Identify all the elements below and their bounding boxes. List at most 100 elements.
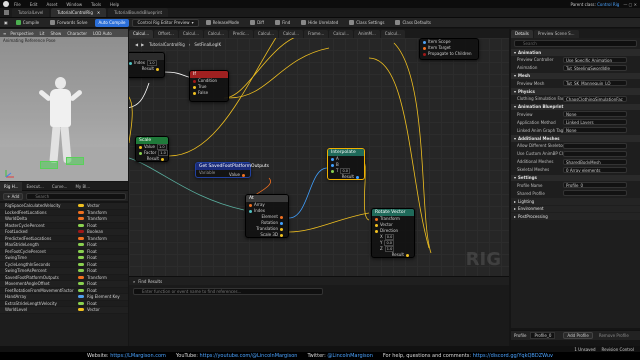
- variable-type[interactable]: Transform: [78, 216, 107, 221]
- property-value[interactable]: Tut_SK_Mannequin_LO: [563, 80, 627, 86]
- back-arrow-icon[interactable]: ◀: [135, 42, 138, 47]
- add-profile-button[interactable]: Add Profile: [563, 332, 593, 339]
- node-rotate-vector[interactable]: Rotate Vector Transform Vector Direction…: [371, 208, 415, 258]
- preview-viewport[interactable]: ≡ Perspective Lit Show Character LOD Aut…: [0, 29, 128, 181]
- lit-button[interactable]: Lit: [40, 31, 45, 36]
- menu-tools[interactable]: Tools: [91, 2, 101, 7]
- website-link[interactable]: https://LMargison.com: [110, 353, 166, 359]
- find-results-search-input[interactable]: Enter function or event name to find ref…: [133, 288, 323, 295]
- variable-type[interactable]: Vector: [78, 307, 100, 312]
- revision-control-status[interactable]: Revision Control: [602, 347, 634, 352]
- tab-curve-container[interactable]: Curve...: [48, 182, 72, 191]
- menu-asset[interactable]: Asset: [46, 2, 57, 7]
- add-button[interactable]: + Add: [3, 192, 24, 200]
- graph-tab[interactable]: Calcul...: [178, 29, 203, 38]
- save-icon[interactable]: ▣: [4, 20, 8, 25]
- variable-type[interactable]: Transform: [78, 236, 107, 241]
- graph-tab[interactable]: Frame...: [303, 29, 329, 38]
- window-controls[interactable]: — ▢ ✕: [623, 2, 637, 7]
- variable-type[interactable]: Rig Element Key: [78, 294, 120, 299]
- variable-type[interactable]: Float: [78, 262, 97, 267]
- graph-tab[interactable]: AnimM...: [354, 29, 380, 38]
- node-propagate[interactable]: Item Scope Item Target Propagate to Chil…: [419, 38, 479, 60]
- pin-result[interactable]: Result: [372, 252, 414, 258]
- forward-arrow-icon[interactable]: ▶: [141, 42, 144, 47]
- tab-rig-hierarchy[interactable]: Rig H...: [0, 181, 23, 191]
- property-value[interactable]: None: [563, 127, 627, 133]
- graph-tab[interactable]: Offset...: [154, 29, 178, 38]
- variable-type[interactable]: Float: [78, 242, 97, 247]
- my-blueprint-search-input[interactable]: Search: [26, 192, 127, 200]
- tab-execution-stack[interactable]: Execut...: [22, 182, 47, 191]
- pin-result[interactable]: Result: [129, 66, 164, 72]
- tab-tutorial-level[interactable]: TutorialLevel: [12, 8, 50, 17]
- node-fragment-top-left[interactable]: Index 1.0 Result: [129, 52, 165, 78]
- twitter-link[interactable]: @LincolnMargison: [327, 353, 372, 359]
- graph-tab[interactable]: Calcul...: [203, 29, 228, 38]
- profile-dropdown[interactable]: Profile_0: [530, 332, 556, 339]
- breadcrumb-rig[interactable]: TutorialControlRig: [149, 42, 185, 47]
- parent-class-value[interactable]: Control Rig: [597, 2, 619, 7]
- compile-button[interactable]: Compile: [12, 19, 43, 27]
- node-if[interactable]: If Condition True False: [189, 70, 229, 102]
- variable-type[interactable]: Boolean: [78, 229, 103, 234]
- tab-my-blueprint[interactable]: My Bl...: [71, 182, 94, 191]
- pin-result[interactable]: Result: [328, 174, 364, 180]
- graph-tab[interactable]: Calcul...: [253, 29, 278, 38]
- property-value[interactable]: None: [563, 111, 627, 117]
- node-interpolate[interactable]: Interpolate A B T 0.0 Result: [327, 148, 365, 180]
- hide-unrelated-button[interactable]: Hide Unrelated: [297, 19, 342, 27]
- youtube-link[interactable]: https://youtube.com/@LincolnMargison: [200, 353, 298, 359]
- graph-tab[interactable]: Calcul...: [329, 29, 354, 38]
- breadcrumb-function[interactable]: SetFinalLegIK: [194, 42, 221, 47]
- auto-compile-button[interactable]: Auto Compile: [94, 18, 130, 27]
- graph-tab[interactable]: Calcul...: [278, 29, 303, 38]
- diff-button[interactable]: Diff: [246, 19, 268, 27]
- pin-false[interactable]: False: [190, 90, 228, 96]
- property-value[interactable]: [563, 142, 627, 149]
- class-defaults-button[interactable]: Class Defaults: [391, 19, 435, 27]
- find-button[interactable]: Find: [271, 19, 294, 27]
- variable-row[interactable]: WorldLevel Vector: [0, 307, 128, 314]
- menu-window[interactable]: Window: [66, 2, 82, 7]
- tab-preview-scene-settings[interactable]: Preview Scene S...: [533, 29, 579, 38]
- tab-tutorial-control-rig[interactable]: TutorialControlRig ✕: [51, 8, 107, 17]
- lod-auto-button[interactable]: LOD Auto: [93, 31, 112, 36]
- class-settings-button[interactable]: Class Settings: [345, 19, 388, 27]
- pin-factor-input[interactable]: 1.0: [158, 150, 168, 156]
- property-value[interactable]: ChaosClothingSimulationFac: [563, 95, 627, 102]
- menu-file[interactable]: File: [14, 2, 21, 7]
- rig-graph-canvas[interactable]: ◀ ▶ TutorialControlRig › SetFinalLegIK I…: [129, 38, 509, 276]
- menu-help[interactable]: Help: [110, 2, 119, 7]
- property-value[interactable]: 0 Array elements: [563, 166, 627, 173]
- close-icon[interactable]: ✕: [97, 10, 100, 15]
- property-value[interactable]: SharedBodyMesh: [563, 158, 627, 165]
- variable-type[interactable]: Transform: [78, 210, 107, 215]
- release-mode-button[interactable]: ReleaseMode: [202, 19, 244, 27]
- details-section-collapsed[interactable]: ▸ Environment: [511, 205, 640, 212]
- node-at[interactable]: At Array Index Element Rotation Translat…: [245, 194, 289, 238]
- details-section-collapsed[interactable]: ▸ Lighting: [511, 198, 640, 205]
- details-search-input[interactable]: Search: [514, 40, 637, 47]
- property-value[interactable]: Use Specific Animation: [563, 56, 627, 63]
- graph-tab[interactable]: Predic...: [228, 29, 253, 38]
- variable-type[interactable]: Float: [78, 255, 97, 260]
- variable-type[interactable]: Transform: [78, 275, 107, 280]
- graph-tab[interactable]: Calcul...: [129, 29, 154, 38]
- menu-edit[interactable]: Edit: [30, 2, 38, 7]
- property-value[interactable]: Profile_0: [563, 182, 627, 188]
- foot-control-right[interactable]: [66, 157, 84, 165]
- unsaved-status[interactable]: 1 Unsaved: [574, 347, 595, 352]
- variable-type[interactable]: Float: [78, 301, 97, 306]
- variable-type[interactable]: Vector: [78, 203, 100, 208]
- foot-control-left[interactable]: [40, 161, 58, 169]
- property-value[interactable]: [563, 190, 627, 196]
- forwards-solve-button[interactable]: Forwards Solve: [46, 19, 91, 27]
- editor-preview-dropdown[interactable]: Control Rig Editor Preview ▾: [132, 18, 199, 27]
- tab-details[interactable]: Details: [511, 29, 533, 38]
- variable-type[interactable]: Float: [78, 268, 97, 273]
- viewport-menu-icon[interactable]: ≡: [3, 31, 6, 36]
- tab-tutorial-bounds-blueprint[interactable]: TutorialBoundsBlueprint: [108, 8, 169, 17]
- perspective-button[interactable]: Perspective: [10, 31, 33, 36]
- node-scale[interactable]: Scale Value 1.0 Factor 1.0 Result: [135, 136, 169, 162]
